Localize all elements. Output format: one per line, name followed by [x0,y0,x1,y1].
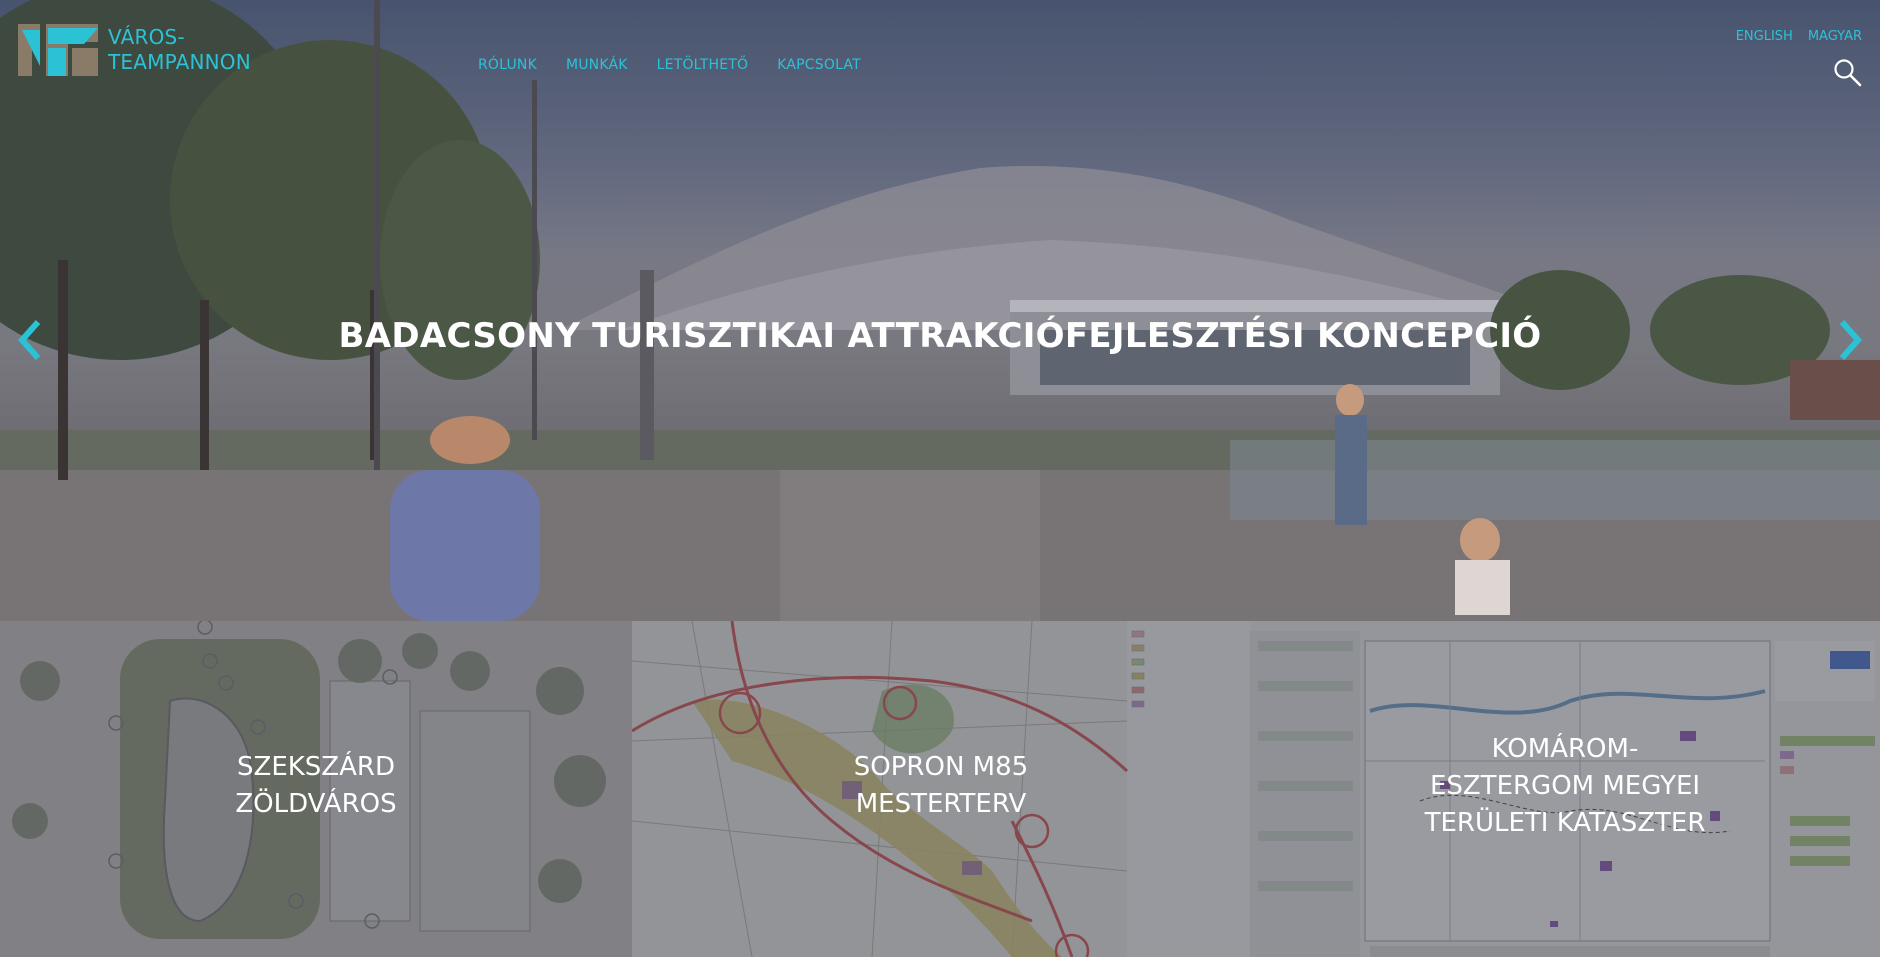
language-switcher: ENGLISH MAGYAR [1736,29,1862,44]
project-tile-komarom[interactable]: KOMÁROM- ESZTERGOM MEGYEI TERÜLETI KATAS… [1250,621,1880,957]
site-logo[interactable]: VÁROS- TEAMPANNON [18,24,251,76]
tile-title-line: SOPRON M85 [853,752,1029,782]
main-nav: RÓLUNK MUNKÁK LETÖLTHETŐ KAPCSOLAT [478,57,861,73]
logo-wordmark: VÁROS- TEAMPANNON [108,25,251,75]
tile-title-line: ESZTERGOM MEGYEI [1429,771,1701,801]
tile-title-line: KOMÁROM- [1491,734,1639,764]
hero-slider: VÁROS- TEAMPANNON RÓLUNK MUNKÁK LETÖLTHE… [0,0,1880,621]
tile-title-line: TERÜLETI KATASZTER [1424,808,1706,838]
logo-mark-icon [18,24,98,76]
hero-background-image [0,0,1880,621]
project-tile-sopron[interactable]: SOPRON M85 MESTERTERV [632,621,1250,957]
tile-title: SZEKSZÁRD ZÖLDVÁROS [0,749,632,823]
nav-item-kapcsolat[interactable]: KAPCSOLAT [777,57,861,73]
nav-item-letoltheto[interactable]: LETÖLTHETŐ [657,57,749,73]
tile-title: KOMÁROM- ESZTERGOM MEGYEI TERÜLETI KATAS… [1250,731,1880,842]
lang-magyar[interactable]: MAGYAR [1808,29,1862,44]
tile-title-line: ZÖLDVÁROS [235,789,397,819]
project-tile-szekszard[interactable]: SZEKSZÁRD ZÖLDVÁROS [0,621,632,957]
nav-item-munkak[interactable]: MUNKÁK [566,57,628,73]
logo-line-1: VÁROS- [108,25,185,49]
tile-title-line: SZEKSZÁRD [237,752,395,782]
lang-english[interactable]: ENGLISH [1736,29,1793,44]
project-tiles: SZEKSZÁRD ZÖLDVÁROS SOPRON M85 MESTERTER… [0,621,1880,957]
logo-line-2: TEAMPANNON [108,50,251,74]
search-icon[interactable] [1833,58,1863,88]
tile-title: SOPRON M85 MESTERTERV [632,749,1250,823]
nav-item-rolunk[interactable]: RÓLUNK [478,57,537,73]
hero-title[interactable]: BADACSONY TURISZTIKAI ATTRAKCIÓFEJLESZTÉ… [0,316,1880,356]
tile-title-line: MESTERTERV [855,789,1027,819]
